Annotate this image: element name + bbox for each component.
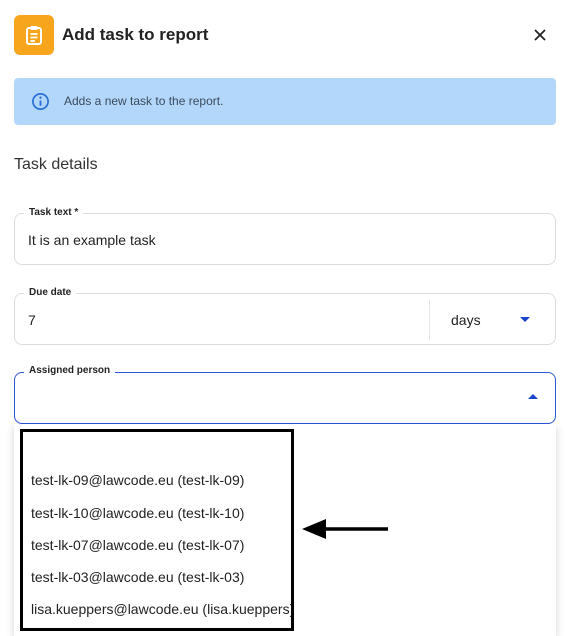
due-date-field: Due date 7 days: [14, 286, 556, 345]
banner-text: Adds a new task to the report.: [64, 94, 224, 108]
task-text-field[interactable]: Task text * It is an example task: [14, 206, 556, 265]
close-icon: [534, 29, 546, 41]
dropdown-collapse-icon[interactable]: [528, 394, 538, 399]
assigned-person-label: Assigned person: [24, 364, 116, 378]
info-banner: Adds a new task to the report.: [14, 78, 556, 125]
due-date-input[interactable]: 7: [28, 312, 36, 328]
dialog-title: Add task to report: [62, 25, 209, 44]
info-icon: [32, 93, 49, 110]
assigned-person-select[interactable]: Assigned person: [14, 364, 556, 424]
add-task-dialog: Add task to report Adds a new task to th…: [0, 0, 578, 636]
due-date-unit-select[interactable]: days: [430, 294, 555, 344]
annotation-arrow-icon: [302, 519, 388, 539]
clipboard-icon: [14, 15, 54, 55]
due-date-unit-value: days: [451, 312, 481, 328]
annotation-highlight-box: [20, 429, 294, 631]
due-date-label: Due date: [24, 286, 77, 300]
task-text-input[interactable]: It is an example task: [28, 232, 156, 248]
dropdown-arrow-icon: [520, 317, 530, 322]
task-text-label: Task text *: [24, 206, 84, 220]
section-title: Task details: [14, 156, 98, 173]
close-button[interactable]: [528, 23, 552, 47]
